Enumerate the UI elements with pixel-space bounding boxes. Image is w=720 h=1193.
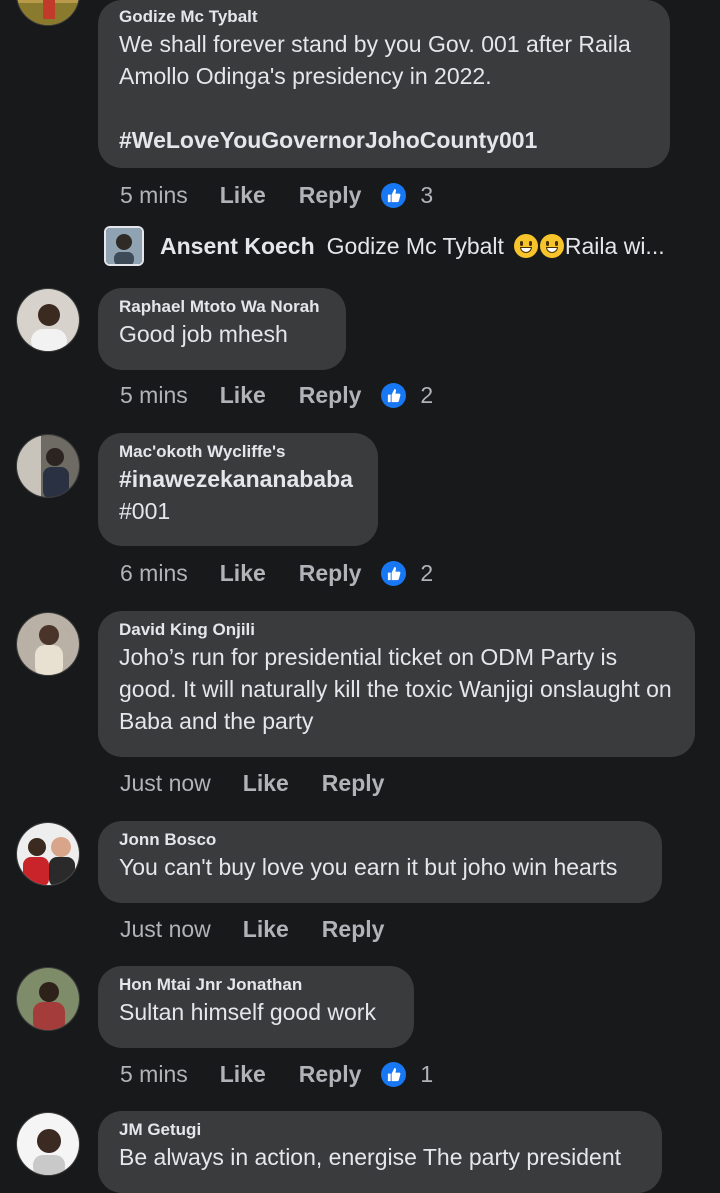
avatar[interactable] xyxy=(16,612,80,676)
comment-author[interactable]: Mac'okoth Wycliffe's xyxy=(119,441,356,463)
avatar[interactable] xyxy=(16,434,80,498)
reply-button[interactable]: Reply xyxy=(322,916,385,943)
reaction-count[interactable]: 2 xyxy=(420,560,433,587)
comment-actions: 6 mins Like Reply 2 xyxy=(120,557,433,589)
comment-actions: 5 mins Like Reply 3 xyxy=(120,179,433,211)
comment-author[interactable]: Hon Mtai Jnr Jonathan xyxy=(119,974,392,996)
comment-time[interactable]: 5 mins xyxy=(120,1061,188,1088)
grinning-emoji-icon xyxy=(513,234,538,258)
comment-bubble[interactable]: Jonn Bosco You can't buy love you earn i… xyxy=(98,821,662,903)
like-button[interactable]: Like xyxy=(243,916,289,943)
avatar[interactable] xyxy=(16,0,80,26)
grinning-emoji-icon xyxy=(539,234,564,258)
reply-text-continued: Raila wi... xyxy=(564,232,665,259)
comment-time[interactable]: 6 mins xyxy=(120,560,188,587)
comment-text: Sultan himself good work xyxy=(119,999,376,1025)
comment-bubble[interactable]: Hon Mtai Jnr Jonathan Sultan himself goo… xyxy=(98,966,414,1048)
avatar[interactable] xyxy=(16,1112,80,1176)
reaction-count[interactable]: 2 xyxy=(420,382,433,409)
reply-author[interactable]: Ansent Koech xyxy=(160,233,315,260)
comment-text: Be always in action, energise The party … xyxy=(119,1144,622,1170)
avatar[interactable] xyxy=(16,822,80,886)
comment-actions: 5 mins Like Reply 2 xyxy=(120,379,433,411)
comment-actions: Just now Like Reply xyxy=(120,913,404,945)
comment-bubble[interactable]: Mac'okoth Wycliffe's #inawezekananababa … xyxy=(98,433,378,546)
thumbs-up-icon[interactable] xyxy=(381,182,407,208)
comment-bubble[interactable]: David King Onjili Joho’s run for preside… xyxy=(98,611,695,757)
reply-button[interactable]: Reply xyxy=(299,1061,362,1088)
reply-button[interactable]: Reply xyxy=(299,182,362,209)
reply-button[interactable]: Reply xyxy=(299,382,362,409)
comment-author[interactable]: Godize Mc Tybalt xyxy=(119,6,648,28)
comment-time[interactable]: Just now xyxy=(120,770,211,797)
avatar[interactable] xyxy=(16,288,80,352)
comment-bubble[interactable]: JM Getugi Be always in action, energise … xyxy=(98,1111,662,1193)
like-button[interactable]: Like xyxy=(220,182,266,209)
comment-text: We shall forever stand by you Gov. 001 a… xyxy=(119,31,631,89)
comment-text: You can't buy love you earn it but joho … xyxy=(119,854,618,880)
like-button[interactable]: Like xyxy=(220,560,266,587)
thumbs-up-icon[interactable] xyxy=(381,382,407,408)
comment-author[interactable]: Raphael Mtoto Wa Norah xyxy=(119,296,324,318)
reply-text: Godize Mc Tybalt xyxy=(326,232,504,259)
thumbs-up-icon[interactable] xyxy=(381,560,407,586)
comment-author[interactable]: David King Onjili xyxy=(119,619,673,641)
like-button[interactable]: Like xyxy=(243,770,289,797)
reaction-count[interactable]: 3 xyxy=(420,182,433,209)
comment-author[interactable]: JM Getugi xyxy=(119,1119,640,1141)
comment-actions: Just now Like Reply xyxy=(120,767,404,799)
comment-text: Good job mhesh xyxy=(119,321,288,347)
avatar[interactable] xyxy=(104,226,144,266)
reply-button[interactable]: Reply xyxy=(299,560,362,587)
reply-button[interactable]: Reply xyxy=(322,770,385,797)
comment-hashtag[interactable]: #WeLoveYouGovernorJohoCounty001 xyxy=(119,124,648,156)
comment-time[interactable]: Just now xyxy=(120,916,211,943)
reply-preview[interactable]: Ansent Koech Godize Mc Tybalt Raila wi..… xyxy=(104,226,665,266)
comment-time[interactable]: 5 mins xyxy=(120,382,188,409)
comment-author[interactable]: Jonn Bosco xyxy=(119,829,640,851)
like-button[interactable]: Like xyxy=(220,1061,266,1088)
thumbs-up-icon[interactable] xyxy=(381,1061,407,1087)
comment-actions: 5 mins Like Reply 1 xyxy=(120,1058,433,1090)
like-button[interactable]: Like xyxy=(220,382,266,409)
comment-bubble[interactable]: Raphael Mtoto Wa Norah Good job mhesh xyxy=(98,288,346,370)
comment-text[interactable]: #001 xyxy=(119,495,356,527)
reaction-count[interactable]: 1 xyxy=(420,1061,433,1088)
comment-bubble[interactable]: Godize Mc Tybalt We shall forever stand … xyxy=(98,0,670,168)
comment-time[interactable]: 5 mins xyxy=(120,182,188,209)
comment-hashtag[interactable]: #inawezekananababa xyxy=(119,463,356,495)
avatar[interactable] xyxy=(16,967,80,1031)
comment-text: Joho’s run for presidential ticket on OD… xyxy=(119,644,672,734)
